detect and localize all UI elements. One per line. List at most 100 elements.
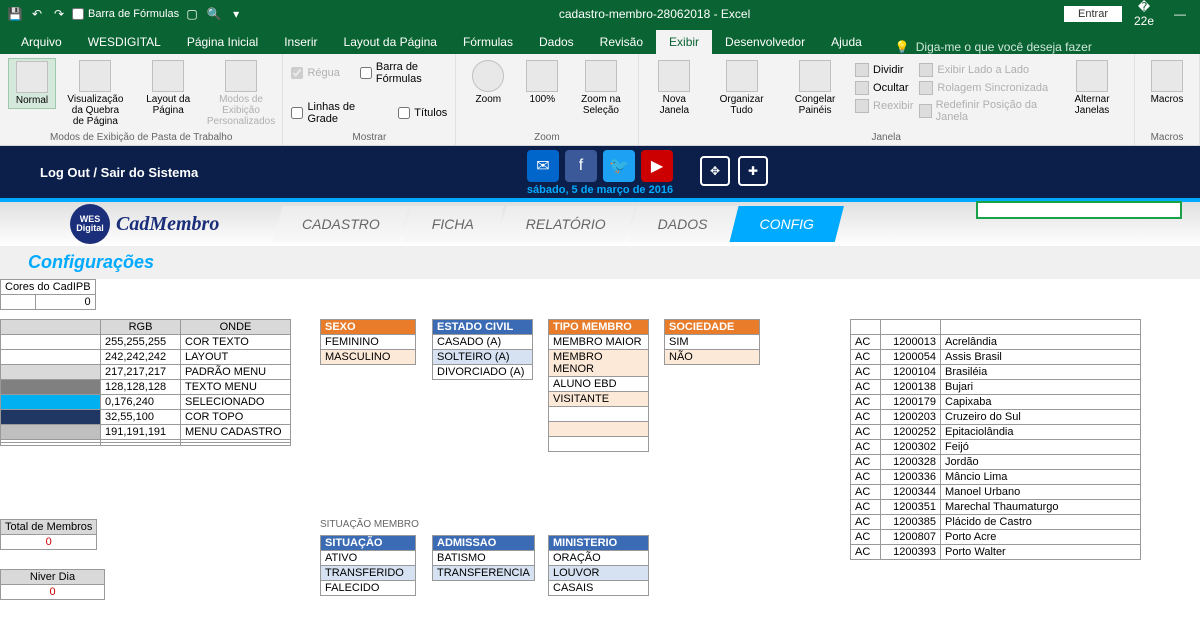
gridlines-check[interactable]: Linhas de Grade: [291, 98, 378, 128]
table-row: AC1200203Cruzeiro do Sul: [851, 410, 1141, 425]
table-row: AC1200138Bujari: [851, 380, 1141, 395]
table-row: AC1200179Capixaba: [851, 395, 1141, 410]
tab-arquivo[interactable]: Arquivo: [8, 30, 75, 54]
arrange-all-button[interactable]: Organizar Tudo: [708, 58, 775, 118]
unhide-button[interactable]: Reexibir: [855, 98, 913, 114]
move-icon[interactable]: ✥: [700, 156, 730, 186]
apptab-config[interactable]: CONFIG: [729, 206, 843, 242]
group-views-label: Modos de Exibição de Pasta de Trabalho: [8, 130, 274, 143]
rgb-table: RGBONDE 255,255,255COR TEXTO242,242,242L…: [0, 319, 291, 446]
normal-view-button[interactable]: Normal: [8, 58, 56, 109]
macros-icon: [1151, 60, 1183, 92]
bulb-icon: 💡: [895, 40, 910, 54]
freeze-panes-button[interactable]: Congelar Painéis: [781, 58, 849, 118]
custom-views-button[interactable]: Modos de Exibição Personalizados: [208, 58, 275, 129]
tell-me[interactable]: 💡Diga-me o que você deseja fazer: [875, 40, 1200, 54]
apptab-cadastro[interactable]: CADASTRO: [272, 206, 410, 242]
youtube-icon[interactable]: ▶: [641, 150, 673, 182]
tab-formulas[interactable]: Fórmulas: [450, 30, 526, 54]
apptab-ficha[interactable]: FICHA: [402, 206, 504, 242]
minimize-icon[interactable]: —: [1166, 7, 1194, 21]
brand-text: CadMembro: [116, 213, 219, 236]
twitter-icon[interactable]: 🐦: [603, 150, 635, 182]
page-break-button[interactable]: Visualização da Quebra de Página: [62, 58, 129, 129]
sync-icon: [919, 81, 933, 95]
save-icon[interactable]: 💾: [6, 5, 24, 23]
undo-icon[interactable]: ↶: [28, 5, 46, 23]
list-sexo: SEXOFEMININOMASCULINO: [320, 319, 416, 365]
table-row: 242,242,242LAYOUT: [1, 350, 291, 365]
macros-button[interactable]: Macros: [1143, 58, 1191, 107]
tab-dados[interactable]: Dados: [526, 30, 587, 54]
logout-link[interactable]: Log Out / Sair do Sistema: [40, 165, 198, 180]
qat-more-icon[interactable]: ▾: [227, 5, 245, 23]
name-box-dropdown[interactable]: [976, 201, 1182, 219]
tab-ajuda[interactable]: Ajuda: [818, 30, 875, 54]
tab-inserir[interactable]: Inserir: [271, 30, 330, 54]
table-row: AC1200807Porto Acre: [851, 530, 1141, 545]
reset-icon: [919, 104, 931, 118]
tab-desenvolvedor[interactable]: Desenvolvedor: [712, 30, 818, 54]
table-row: 217,217,217PADRÃO MENU: [1, 365, 291, 380]
unhide-icon: [855, 99, 869, 113]
tab-revisao[interactable]: Revisão: [587, 30, 656, 54]
table-row: AC1200328Jordão: [851, 455, 1141, 470]
tab-exibir[interactable]: Exibir: [656, 30, 712, 54]
table-row: 255,255,255COR TEXTO: [1, 335, 291, 350]
content-area: Cores do CadIPB 0 RGBONDE 255,255,255COR…: [0, 279, 1200, 619]
list-sit: SITUAÇÃOATIVOTRANSFERIDOFALECIDO: [320, 535, 416, 596]
total-membros: Total de Membros 0: [0, 519, 97, 550]
table-row: AC1200336Mâncio Lima: [851, 470, 1141, 485]
qat-formula-bar[interactable]: Barra de Fórmulas: [72, 5, 179, 23]
zoom-selection-button[interactable]: Zoom na Seleção: [572, 58, 629, 118]
new-window-button[interactable]: Nova Janela: [647, 58, 703, 118]
cores-table: Cores do CadIPB 0: [0, 279, 96, 310]
sync-scroll-button[interactable]: Rolagem Sincronizada: [919, 80, 1052, 96]
ribbon-options-icon[interactable]: � 22e: [1130, 0, 1158, 28]
zoom100-button[interactable]: 100%: [518, 58, 566, 107]
table-row: AC1200393Porto Walter: [851, 545, 1141, 560]
ribbon-body: Normal Visualização da Quebra de Página …: [0, 54, 1200, 146]
new-icon[interactable]: ▢: [183, 5, 201, 23]
list-adm: ADMISSAOBATISMOTRANSFERENCIA: [432, 535, 535, 581]
signin-button[interactable]: Entrar: [1064, 6, 1122, 22]
table-row: AC1200385Plácido de Castro: [851, 515, 1141, 530]
niver-dia: Niver Dia 0: [0, 569, 105, 600]
headings-check[interactable]: Títulos: [398, 98, 447, 128]
tab-wesdigital[interactable]: WESDIGITAL: [75, 30, 174, 54]
formula-bar-check[interactable]: Barra de Fórmulas: [360, 58, 447, 88]
situacao-label: SITUAÇÃO MEMBRO: [320, 519, 419, 530]
plus-icon[interactable]: ✚: [738, 156, 768, 186]
tab-layout[interactable]: Layout da Página: [331, 30, 450, 54]
arrange-icon: [726, 60, 758, 92]
zoom-button[interactable]: Zoom: [464, 58, 512, 107]
table-row: 128,128,128TEXTO MENU: [1, 380, 291, 395]
ruler-check[interactable]: Régua: [291, 58, 339, 88]
list-civil: ESTADO CIVILCASADO (A)SOLTEIRO (A)DIVORC…: [432, 319, 533, 380]
reset-pos-button[interactable]: Redefinir Posição da Janela: [919, 98, 1052, 124]
page-layout-button[interactable]: Layout da Página: [135, 58, 202, 118]
list-min: MINISTERIOORAÇÃOLOUVORCASAIS: [548, 535, 649, 596]
apptab-dados[interactable]: DADOS: [628, 206, 738, 242]
redo-icon[interactable]: ↷: [50, 5, 68, 23]
page-layout-icon: [152, 60, 184, 92]
group-zoom-label: Zoom: [464, 130, 629, 143]
preview-icon[interactable]: 🔍: [205, 5, 223, 23]
switch-windows-button[interactable]: Alternar Janelas: [1058, 58, 1126, 118]
side-by-side-button[interactable]: Exibir Lado a Lado: [919, 62, 1052, 78]
app-tabs: WESDigital CadMembro CADASTRO FICHA RELA…: [0, 198, 1200, 246]
custom-views-icon: [225, 60, 257, 92]
app-logo: WESDigital CadMembro: [0, 204, 280, 244]
normal-icon: [16, 61, 48, 93]
hide-icon: [855, 81, 869, 95]
mail-icon[interactable]: ✉: [527, 150, 559, 182]
split-button[interactable]: Dividir: [855, 62, 913, 78]
hide-button[interactable]: Ocultar: [855, 80, 913, 96]
facebook-icon[interactable]: f: [565, 150, 597, 182]
zoom-sel-icon: [585, 60, 617, 92]
apptab-relatorio[interactable]: RELATÓRIO: [496, 206, 636, 242]
table-row: 0,176,240SELECIONADO: [1, 395, 291, 410]
ribbon-tabs: Arquivo WESDIGITAL Página Inicial Inseri…: [0, 28, 1200, 54]
group-show-label: Mostrar: [291, 130, 447, 143]
tab-inicio[interactable]: Página Inicial: [174, 30, 271, 54]
